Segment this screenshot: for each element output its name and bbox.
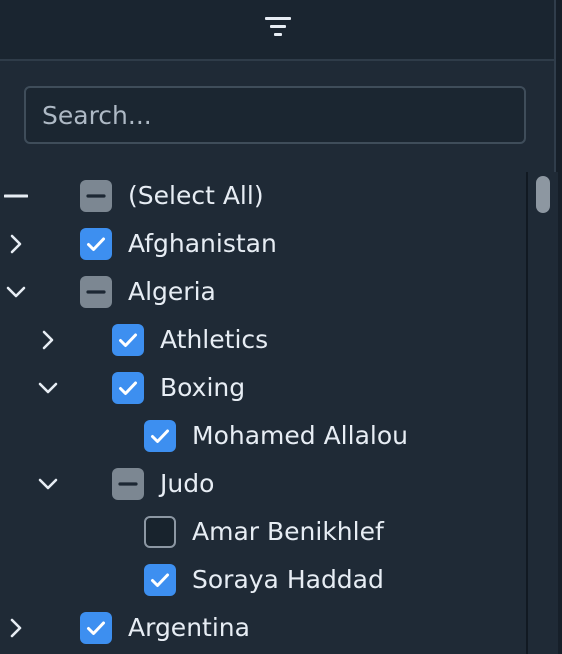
tree-row[interactable]: Amar Benikhlef: [0, 508, 520, 556]
tree-row-label: Mohamed Allalou: [192, 421, 408, 450]
tree-row[interactable]: Argentina: [0, 604, 520, 652]
tree-row-label: Boxing: [160, 373, 246, 402]
checkbox[interactable]: [80, 276, 112, 308]
search-input[interactable]: [26, 88, 524, 142]
checkmark-icon: [151, 429, 169, 443]
tree-row-label: Afghanistan: [128, 229, 277, 258]
tree-row[interactable]: Soraya Haddad: [0, 556, 520, 604]
minus-icon: [86, 194, 106, 198]
checkmark-icon: [151, 573, 169, 587]
checkbox[interactable]: [80, 180, 112, 212]
chevron-down-icon[interactable]: [4, 280, 28, 304]
tree-row-label: Algeria: [128, 277, 216, 306]
tree-row[interactable]: Algeria: [0, 268, 520, 316]
tree-row-label: Amar Benikhlef: [192, 517, 384, 546]
chevron-right-icon[interactable]: [4, 616, 28, 640]
filter-icon[interactable]: [265, 16, 291, 38]
tree-row[interactable]: Athletics: [0, 316, 520, 364]
chevron-right-icon[interactable]: [36, 328, 60, 352]
checkmark-icon: [119, 333, 137, 347]
tree-row-label: Judo: [160, 469, 215, 498]
tree-row[interactable]: Afghanistan: [0, 220, 520, 268]
checkbox[interactable]: [144, 420, 176, 452]
vertical-scrollbar[interactable]: [526, 172, 558, 654]
checkbox[interactable]: [112, 324, 144, 356]
checkbox[interactable]: [144, 516, 176, 548]
chevron-down-icon[interactable]: [36, 472, 60, 496]
minus-icon: [86, 290, 106, 294]
chevron-down-icon[interactable]: [36, 376, 60, 400]
tree-row[interactable]: (Select All): [0, 172, 520, 220]
tree-row-label: (Select All): [128, 181, 264, 210]
minus-icon: [118, 482, 138, 486]
tree-row[interactable]: Judo: [0, 460, 520, 508]
checkbox[interactable]: [80, 228, 112, 260]
scrollbar-thumb[interactable]: [536, 176, 550, 213]
chevron-right-icon[interactable]: [4, 232, 28, 256]
checkbox[interactable]: [112, 468, 144, 500]
tree-row[interactable]: Mohamed Allalou: [0, 412, 520, 460]
tree-row-label: Soraya Haddad: [192, 565, 384, 594]
checkmark-icon: [87, 621, 105, 635]
checkmark-icon: [119, 381, 137, 395]
collapse-dash-icon[interactable]: [3, 184, 29, 208]
checkbox[interactable]: [112, 372, 144, 404]
tree-row-label: Athletics: [160, 325, 269, 354]
checkbox[interactable]: [144, 564, 176, 596]
filter-header: [0, 0, 556, 61]
search-field[interactable]: [24, 86, 526, 144]
tree-row-label: Argentina: [128, 613, 250, 642]
filter-panel: (Select All) Afghanistan Algeria Athletics B…: [0, 0, 562, 654]
tree-row[interactable]: Boxing: [0, 364, 520, 412]
checkbox[interactable]: [80, 612, 112, 644]
checkmark-icon: [87, 237, 105, 251]
